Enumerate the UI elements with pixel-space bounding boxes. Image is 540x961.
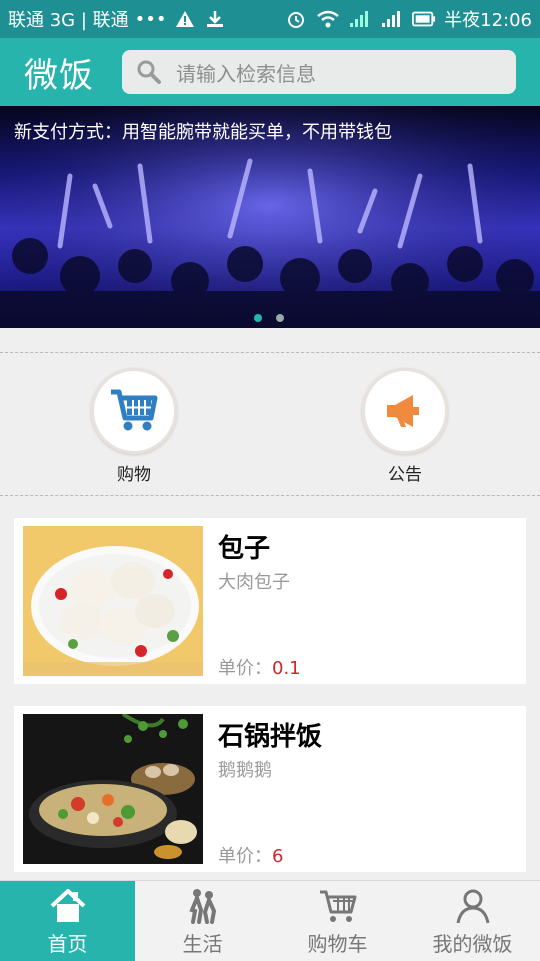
shopping-label: 购物 (117, 465, 151, 485)
search-placeholder: 请输入检索信息 (176, 61, 316, 86)
user-icon (456, 889, 489, 923)
product-description: 鹅鹅鹅 (218, 760, 272, 781)
promo-banner[interactable]: 新支付方式：用智能腕带就能买单，不用带钱包 (0, 106, 540, 328)
shopping-shortcut-circle (91, 368, 177, 454)
product-card[interactable]: 石锅拌饭 鹅鹅鹅 单价：6 (14, 706, 526, 872)
status-bar: 联通 3G | 联通 ••• 半夜12:06 (0, 0, 540, 38)
carrier-text: 联通 3G | 联通 (8, 10, 129, 31)
people-icon (188, 888, 216, 924)
product-price: 单价：0.1 (218, 654, 301, 680)
price-value: 0.1 (272, 658, 301, 679)
product-image (23, 714, 203, 864)
tab-my-label: 我的微饭 (432, 931, 513, 956)
search-icon (137, 60, 161, 84)
tab-cart-label: 购物车 (307, 931, 368, 956)
signal-icon (348, 9, 372, 29)
battery-icon (412, 9, 436, 29)
announcement-shortcut-circle (362, 368, 448, 454)
pager-dot[interactable] (276, 314, 284, 322)
product-card[interactable]: 包子 大肉包子 单价：0.1 (14, 518, 526, 684)
product-name: 石锅拌饭 (218, 722, 323, 752)
shopping-shortcut[interactable]: 购物 (84, 368, 184, 485)
tab-my[interactable]: 我的微饭 (405, 881, 540, 961)
product-description: 大肉包子 (218, 572, 290, 593)
app-logo: 微饭 (24, 55, 94, 96)
product-name: 包子 (218, 534, 271, 564)
tab-life[interactable]: 生活 (135, 881, 270, 961)
banner-pager (254, 314, 284, 322)
more-dots: ••• (134, 8, 167, 30)
alarm-icon (284, 9, 308, 29)
product-price: 单价：6 (218, 842, 283, 868)
app-header: 微饭 请输入检索信息 (0, 38, 540, 106)
signal-icon (380, 9, 404, 29)
tab-home-label: 首页 (47, 931, 88, 956)
cart-icon (319, 890, 356, 922)
divider (0, 352, 540, 353)
price-label: 单价： (218, 658, 272, 679)
product-image (23, 526, 203, 676)
pager-dot-active[interactable] (254, 314, 262, 322)
divider (0, 495, 540, 496)
tab-life-label: 生活 (182, 931, 223, 956)
home-icon (50, 888, 85, 922)
banner-caption: 新支付方式：用智能腕带就能买单，不用带钱包 (14, 122, 392, 143)
price-label: 单价： (218, 846, 272, 867)
search-input[interactable]: 请输入检索信息 (122, 50, 516, 94)
cart-icon (111, 389, 158, 431)
announcement-shortcut[interactable]: 公告 (355, 368, 455, 485)
announcement-label: 公告 (388, 465, 422, 485)
megaphone-icon (387, 395, 419, 427)
clock-text: 半夜12:06 (444, 10, 532, 31)
download-icon (203, 9, 227, 29)
warning-icon (173, 9, 197, 29)
bottom-tab-bar: 首页 生活 购物车 我的微饭 (0, 880, 540, 961)
tab-home[interactable]: 首页 (0, 881, 135, 961)
wifi-icon (316, 9, 340, 29)
tab-cart[interactable]: 购物车 (270, 881, 405, 961)
price-value: 6 (272, 846, 284, 867)
